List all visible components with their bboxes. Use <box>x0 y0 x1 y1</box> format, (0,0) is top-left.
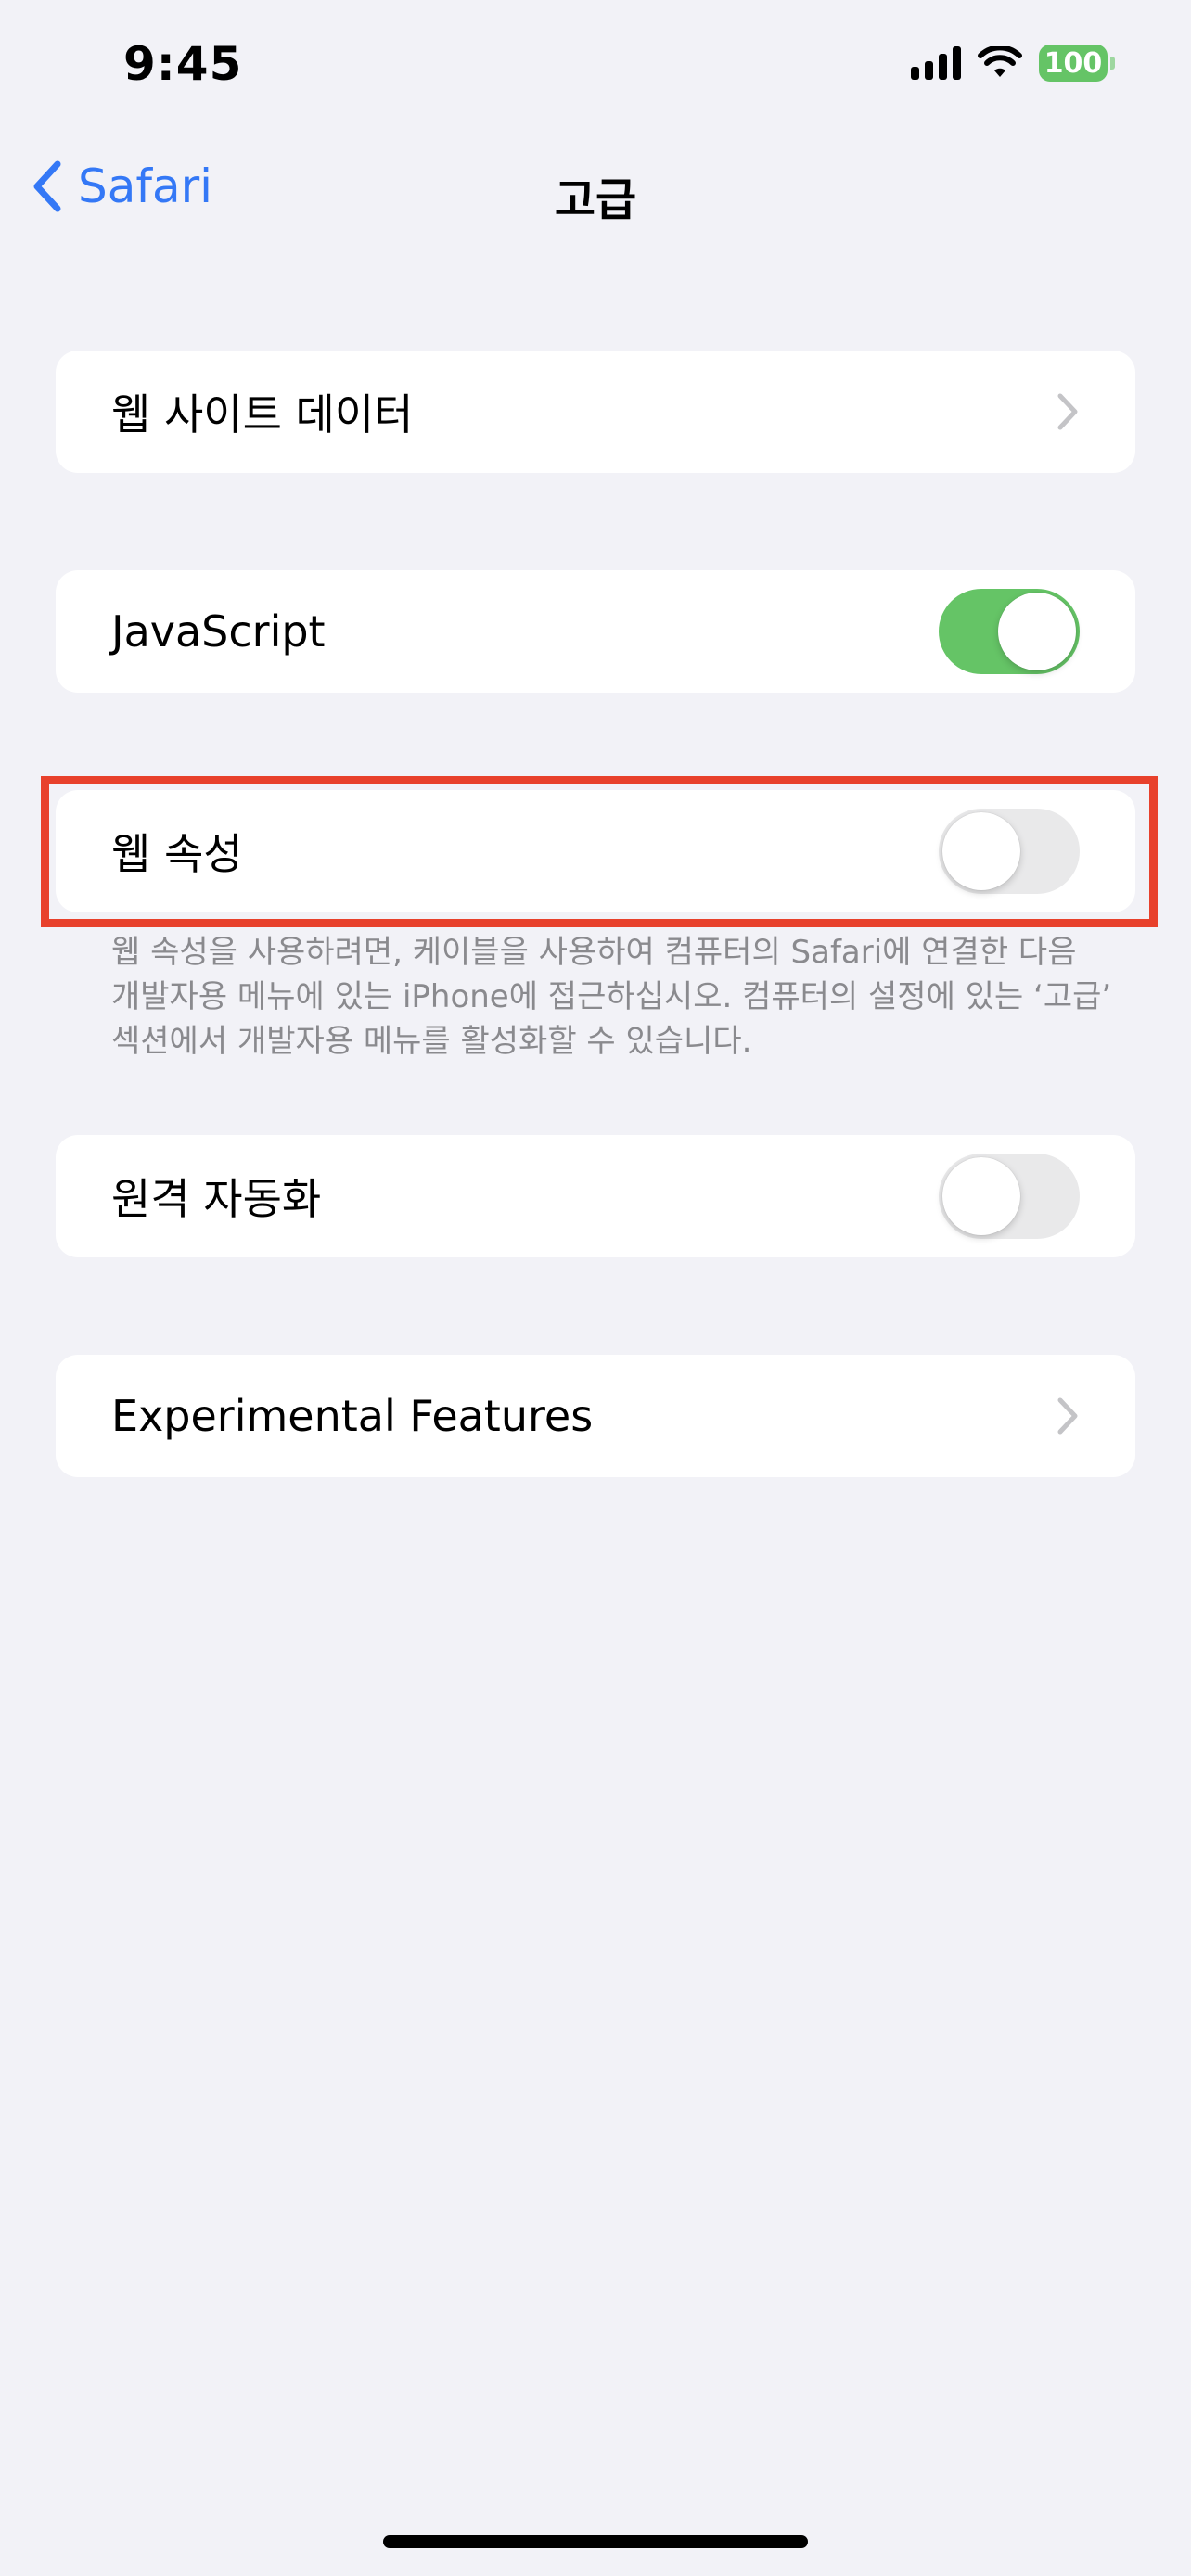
website-data-label: 웹 사이트 데이터 <box>111 389 414 440</box>
web-inspector-toggle[interactable] <box>939 809 1080 894</box>
status-icons: 100 <box>911 45 1115 82</box>
remote-automation-label: 원격 자동화 <box>111 1174 322 1224</box>
toggle-knob <box>942 1157 1020 1235</box>
javascript-row: JavaScript <box>56 570 1135 693</box>
battery-icon: 100 <box>1039 45 1115 82</box>
web-inspector-row: 웹 속성 <box>56 790 1135 912</box>
toggle-knob <box>942 812 1020 890</box>
wifi-icon <box>978 46 1022 77</box>
chevron-right-icon <box>1057 393 1078 430</box>
experimental-features-row[interactable]: Experimental Features <box>56 1355 1135 1477</box>
web-inspector-label: 웹 속성 <box>111 829 243 879</box>
battery-level: 100 <box>1039 45 1108 82</box>
website-data-row[interactable]: 웹 사이트 데이터 <box>56 351 1135 473</box>
javascript-toggle[interactable] <box>939 589 1080 674</box>
experimental-features-label: Experimental Features <box>111 1391 594 1441</box>
remote-automation-row: 원격 자동화 <box>56 1135 1135 1257</box>
javascript-label: JavaScript <box>111 606 326 657</box>
toggle-knob <box>998 593 1076 670</box>
web-inspector-footnote: 웹 속성을 사용하려면, 케이블을 사용하여 컴퓨터의 Safari에 연결한 … <box>111 934 1112 1060</box>
status-time: 9:45 <box>123 37 243 91</box>
cellular-signal-icon <box>911 46 961 80</box>
page-title: 고급 <box>554 174 637 226</box>
remote-automation-toggle[interactable] <box>939 1154 1080 1239</box>
home-indicator[interactable] <box>383 2535 808 2548</box>
chevron-right-icon <box>1057 1397 1078 1435</box>
